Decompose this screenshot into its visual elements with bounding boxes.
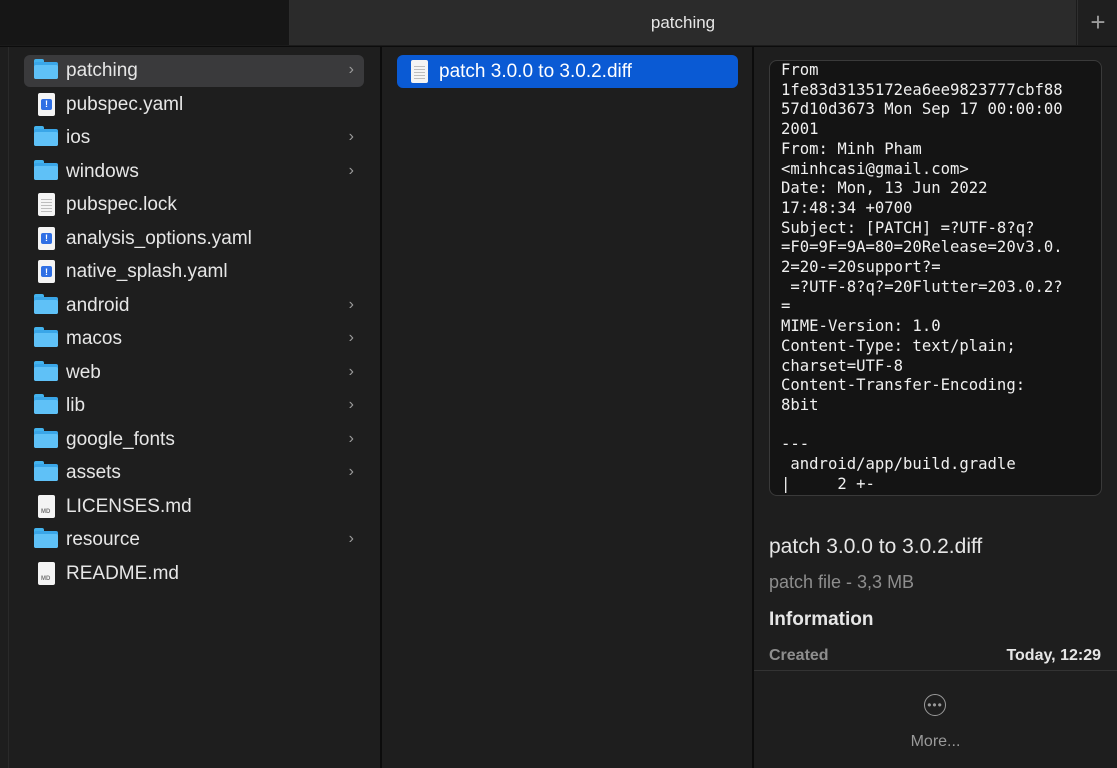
chevron-right-icon: ›: [348, 530, 354, 547]
file-item-native-splash-yaml[interactable]: ! native_splash.yaml: [24, 256, 364, 288]
file-item-label: pubspec.yaml: [66, 93, 184, 115]
chevron-right-icon: ›: [348, 295, 354, 313]
folder-icon: [34, 126, 58, 150]
file-preview[interactable]: From 1fe83d3135172ea6ee9823777cbf88 57d1…: [769, 60, 1102, 496]
chevron-right-icon: ›: [348, 362, 354, 380]
chevron-right-icon: ›: [348, 396, 354, 413]
file-item-label: native_splash.yaml: [66, 261, 228, 282]
file-item-label: lib: [66, 395, 86, 416]
document-icon: [34, 193, 58, 217]
file-item-lib[interactable]: lib ›: [24, 390, 364, 422]
file-item-licenses-md[interactable]: MD LICENSES.md: [24, 491, 364, 523]
file-item-label: google_fonts: [66, 428, 175, 450]
document-icon: [407, 59, 431, 84]
tab-bar: patching +: [0, 0, 1117, 47]
yaml-file-icon: !: [34, 226, 58, 251]
tab-patching[interactable]: patching: [290, 0, 1076, 45]
file-item-macos[interactable]: macos ›: [24, 323, 364, 355]
chevron-right-icon: ›: [348, 61, 354, 78]
file-item-pubspec-yaml[interactable]: ! pubspec.yaml: [24, 89, 364, 121]
file-item-label: pubspec.lock: [66, 194, 177, 215]
add-tab-button[interactable]: +: [1077, 0, 1117, 45]
file-item-patch-diff[interactable]: patch 3.0.0 to 3.0.2.diff: [397, 55, 738, 88]
chevron-right-icon: ›: [348, 329, 354, 346]
tab-empty[interactable]: [0, 0, 290, 45]
markdown-file-icon: MD: [34, 561, 58, 586]
file-item-label: LICENSES.md: [66, 495, 192, 517]
file-item-label: ios: [66, 127, 91, 148]
folder-icon: [34, 461, 58, 485]
folder-icon: [34, 293, 58, 318]
folder-icon: [34, 327, 58, 351]
file-item-label: patch 3.0.0 to 3.0.2.diff: [439, 60, 632, 82]
file-item-analysis-options-yaml[interactable]: ! analysis_options.yaml: [24, 223, 364, 255]
file-item-readme-md[interactable]: MD README.md: [24, 558, 364, 590]
preview-file-type: patch file - 3,3 MB: [769, 572, 915, 592]
file-item-label: resource: [66, 529, 140, 550]
chevron-right-icon: ›: [348, 128, 354, 145]
divider: [754, 670, 1117, 671]
yaml-file-icon: !: [34, 92, 58, 117]
file-item-label: assets: [66, 462, 121, 483]
file-item-label: web: [66, 361, 101, 383]
markdown-file-icon: MD: [34, 494, 58, 519]
file-item-android[interactable]: android ›: [24, 290, 364, 322]
chevron-right-icon: ›: [348, 429, 354, 447]
chevron-right-icon: ›: [348, 161, 354, 179]
yaml-file-icon: !: [34, 260, 58, 284]
file-item-patching[interactable]: patching ›: [24, 55, 364, 87]
file-item-label: android: [66, 294, 130, 316]
file-item-label: analysis_options.yaml: [66, 227, 252, 249]
file-item-label: README.md: [66, 562, 179, 584]
file-item-resource[interactable]: resource ›: [24, 524, 364, 556]
preview-text: From 1fe83d3135172ea6ee9823777cbf88 57d1…: [781, 61, 1063, 493]
file-item-label: patching: [66, 60, 138, 81]
folder-icon: [34, 394, 58, 418]
ellipsis-circle-icon[interactable]: •••: [924, 694, 946, 716]
file-item-label: windows: [66, 160, 139, 182]
information-heading: Information: [769, 609, 874, 630]
created-value: Today, 12:29: [1006, 647, 1101, 664]
folder-icon: [34, 360, 58, 385]
folder-icon: [34, 59, 58, 83]
preview-file-name: patch 3.0.0 to 3.0.2.diff: [769, 535, 983, 558]
patching-folder-column: patch 3.0.0 to 3.0.2.diff: [382, 47, 752, 768]
folder-icon: [34, 528, 58, 552]
more-button[interactable]: More...: [754, 733, 1117, 751]
file-item-windows[interactable]: windows ›: [24, 156, 364, 188]
file-item-pubspec-lock[interactable]: pubspec.lock: [24, 189, 364, 221]
created-label: Created: [769, 647, 829, 664]
file-item-assets[interactable]: assets ›: [24, 457, 364, 489]
chevron-right-icon: ›: [348, 463, 354, 480]
file-item-google-fonts[interactable]: google_fonts ›: [24, 424, 364, 456]
file-item-web[interactable]: web ›: [24, 357, 364, 389]
preview-column: From 1fe83d3135172ea6ee9823777cbf88 57d1…: [754, 47, 1117, 768]
file-item-ios[interactable]: ios ›: [24, 122, 364, 154]
folder-icon: [34, 159, 58, 184]
folder-icon: [34, 427, 58, 452]
file-list-column: patching ›! pubspec.yaml ios › windows › pubspe…: [0, 47, 380, 768]
file-item-label: macos: [66, 328, 122, 349]
